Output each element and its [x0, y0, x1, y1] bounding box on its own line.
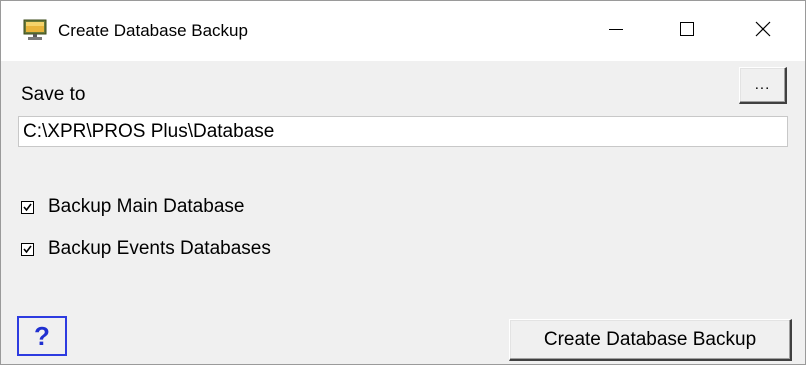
minimize-icon [608, 21, 624, 42]
close-button[interactable] [736, 9, 790, 53]
save-to-label: Save to [21, 84, 86, 105]
create-backup-button[interactable]: Create Database Backup [509, 319, 792, 361]
minimize-button[interactable] [589, 9, 643, 53]
window-title: Create Database Backup [58, 21, 248, 40]
monitor-icon [23, 19, 47, 41]
maximize-button[interactable] [660, 9, 714, 53]
checkmark-icon [23, 245, 32, 253]
checkmark-icon [23, 203, 32, 211]
backup-events-label: Backup Events Databases [48, 238, 271, 259]
browse-button[interactable]: ... [739, 67, 787, 104]
maximize-icon [679, 21, 695, 42]
backup-main-option[interactable]: Backup Main Database [21, 196, 244, 218]
save-path-input[interactable] [18, 116, 788, 147]
backup-events-option[interactable]: Backup Events Databases [21, 238, 271, 260]
backup-dialog: Create Database Backup Save to ... C:\XP… [0, 0, 806, 365]
backup-main-label: Backup Main Database [48, 196, 245, 217]
close-icon [755, 21, 771, 42]
backup-main-checkbox[interactable] [21, 200, 34, 214]
title-bar[interactable]: Create Database Backup [1, 1, 805, 61]
help-button[interactable]: ? [17, 316, 67, 356]
backup-events-checkbox[interactable] [21, 242, 34, 256]
